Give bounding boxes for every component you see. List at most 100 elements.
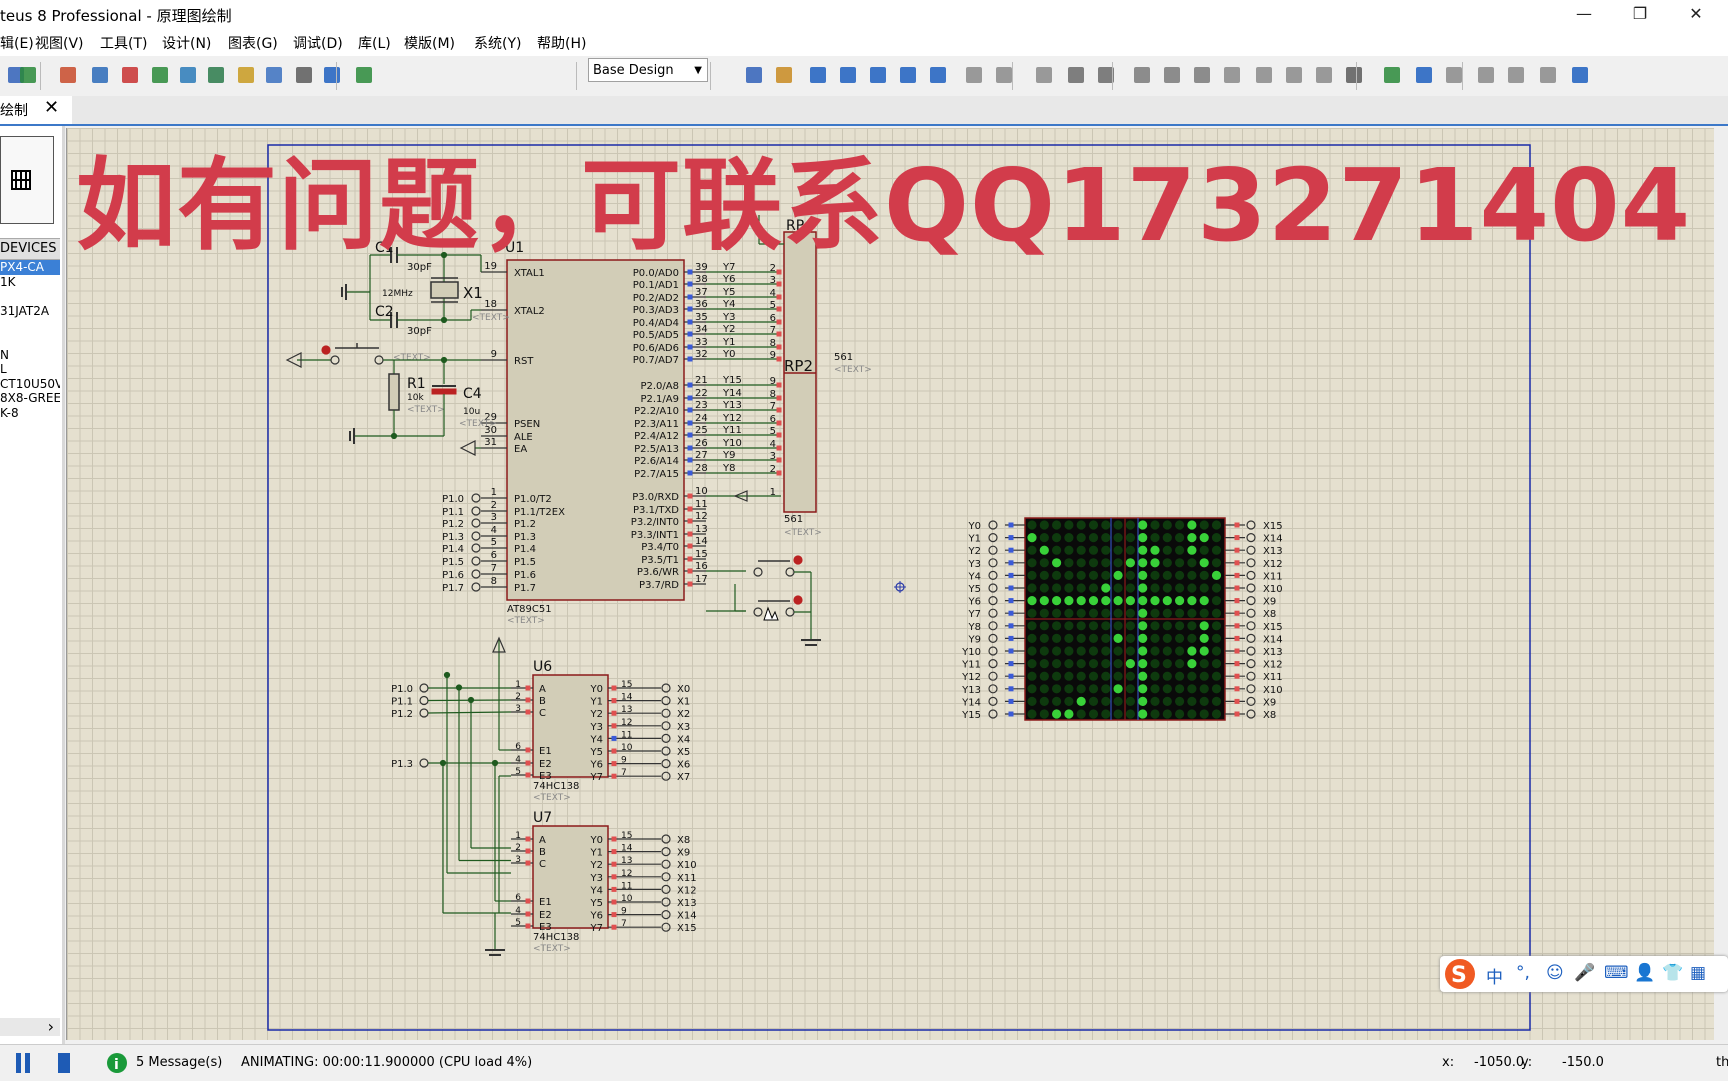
u1-pin-name: P3.5/T1 <box>641 555 679 566</box>
origin-icon[interactable] <box>772 63 796 87</box>
tab-schematic[interactable]: 绘制 ✕ <box>0 96 72 124</box>
bom-icon[interactable] <box>234 63 258 87</box>
menu-edit[interactable]: 辑(E) <box>0 33 34 53</box>
netlist-icon[interactable] <box>88 63 112 87</box>
home-icon[interactable] <box>56 63 80 87</box>
block-delete-icon[interactable] <box>1220 63 1244 87</box>
search-tag-icon[interactable] <box>1412 63 1436 87</box>
property-icon[interactable] <box>1380 63 1404 87</box>
design-explorer-icon[interactable] <box>1568 63 1592 87</box>
r1-body <box>388 373 400 411</box>
device-list-item[interactable] <box>0 318 60 333</box>
u1-pin-name: XTAL2 <box>514 306 545 317</box>
menu-template[interactable]: 模版(M) <box>404 33 455 53</box>
pcb-icon[interactable] <box>204 63 228 87</box>
copy-icon[interactable] <box>1064 63 1088 87</box>
scroll-right-icon[interactable]: › <box>48 1017 54 1036</box>
pause-icon[interactable] <box>16 1053 21 1073</box>
document-icon[interactable] <box>292 63 316 87</box>
zoom-out-icon[interactable] <box>866 63 890 87</box>
goto-sheet-icon[interactable] <box>1536 63 1560 87</box>
menu-graph[interactable]: 图表(G) <box>228 33 278 53</box>
simulate-icon[interactable] <box>148 63 172 87</box>
info-icon[interactable]: i <box>106 1052 128 1074</box>
menu-system[interactable]: 系统(Y) <box>474 33 521 53</box>
u1-pin-name: XTAL1 <box>514 268 545 279</box>
led-dot <box>1076 570 1086 580</box>
device-list-item[interactable]: 8X8-GREEN <box>0 391 60 406</box>
led-dot <box>1138 658 1148 669</box>
toolbox-icon[interactable]: ▦ <box>1690 963 1706 983</box>
pin-terminal <box>988 558 998 568</box>
import-icon[interactable] <box>16 63 40 87</box>
zoom-in-icon[interactable] <box>836 63 860 87</box>
device-list-item[interactable]: 31JAT2A <box>0 304 60 319</box>
pin-state-indicator <box>1008 598 1014 604</box>
microphone-icon[interactable]: 🎤 <box>1574 963 1595 983</box>
u1-pin-num: 4 <box>491 525 497 536</box>
pin-state-indicator <box>687 382 693 388</box>
pick-device-icon[interactable] <box>1252 63 1276 87</box>
menu-debug[interactable]: 调试(D) <box>293 33 343 53</box>
minimize-button[interactable]: — <box>1556 0 1612 28</box>
cut-icon[interactable] <box>1032 63 1056 87</box>
overview-window[interactable] <box>0 136 54 224</box>
pin-terminal <box>419 695 429 706</box>
block-move-icon[interactable] <box>1160 63 1184 87</box>
decompose-icon[interactable] <box>1312 63 1336 87</box>
refresh-icon[interactable] <box>352 63 376 87</box>
keyboard-icon[interactable]: ⌨ <box>1604 963 1629 983</box>
menu-view[interactable]: 视图(V) <box>35 33 84 53</box>
maximize-button[interactable]: ❐ <box>1612 0 1668 28</box>
menu-design[interactable]: 设计(N) <box>162 33 211 53</box>
remove-sheet-icon[interactable] <box>1504 63 1528 87</box>
menu-help[interactable]: 帮助(H) <box>537 33 586 53</box>
chip-icon[interactable] <box>118 63 142 87</box>
pan-icon[interactable] <box>806 63 830 87</box>
menu-tools[interactable]: 工具(T) <box>100 33 147 53</box>
zoom-icon[interactable] <box>176 63 200 87</box>
device-list-item[interactable]: PX4-CA <box>0 260 60 275</box>
zoom-area-icon[interactable] <box>926 63 950 87</box>
horizontal-scrollbar[interactable]: › <box>0 1017 60 1036</box>
block-rotate-icon[interactable] <box>1190 63 1214 87</box>
led-dot <box>1076 520 1086 530</box>
messages-count[interactable]: 5 Message(s) <box>136 1055 222 1070</box>
skin-icon[interactable]: 👕 <box>1662 963 1683 983</box>
close-button[interactable]: ✕ <box>1668 0 1724 28</box>
device-list-item[interactable]: L <box>0 362 60 377</box>
device-list-item[interactable] <box>0 333 60 348</box>
undo-icon[interactable] <box>962 63 986 87</box>
new-sheet-icon[interactable] <box>1474 63 1498 87</box>
binary-icon[interactable] <box>262 63 286 87</box>
led-dot <box>1162 696 1172 707</box>
help-icon[interactable] <box>320 63 344 87</box>
wire-autoroute-icon[interactable] <box>1342 63 1366 87</box>
grid-icon[interactable] <box>742 63 766 87</box>
device-list-item[interactable]: 1K <box>0 275 60 290</box>
user-icon[interactable]: 👤 <box>1634 963 1655 983</box>
zoom-all-icon[interactable] <box>896 63 920 87</box>
ime-punctuation[interactable]: °, <box>1516 963 1530 983</box>
decoder-pin-num: 9 <box>621 756 627 766</box>
net-label: P1.0 <box>442 494 464 505</box>
sogou-logo-icon[interactable]: S <box>1442 958 1478 990</box>
stop-icon[interactable] <box>58 1053 70 1073</box>
device-list-item[interactable]: CT10U50V <box>0 377 60 392</box>
device-list-item[interactable] <box>0 289 60 304</box>
block-copy-icon[interactable] <box>1130 63 1154 87</box>
make-device-icon[interactable] <box>1282 63 1306 87</box>
led-dot <box>1051 646 1062 656</box>
design-select[interactable]: Base Design ▼ <box>588 58 708 82</box>
menu-library[interactable]: 库(L) <box>358 33 391 53</box>
close-icon[interactable]: ✕ <box>44 97 59 118</box>
matrix-col-label: X10 <box>1263 685 1283 696</box>
vertical-scrollbar[interactable] <box>1714 128 1728 1040</box>
ime-chinese-mode[interactable]: 中 <box>1486 963 1503 988</box>
emoji-icon[interactable]: ☺ <box>1546 963 1564 983</box>
device-list-item[interactable]: N <box>0 348 60 363</box>
paste-icon[interactable] <box>1094 63 1118 87</box>
u1-pin-name: P2.0/A8 <box>640 381 679 392</box>
device-list-item[interactable]: K-8 <box>0 406 60 421</box>
u1-pin-num: 17 <box>695 574 708 585</box>
